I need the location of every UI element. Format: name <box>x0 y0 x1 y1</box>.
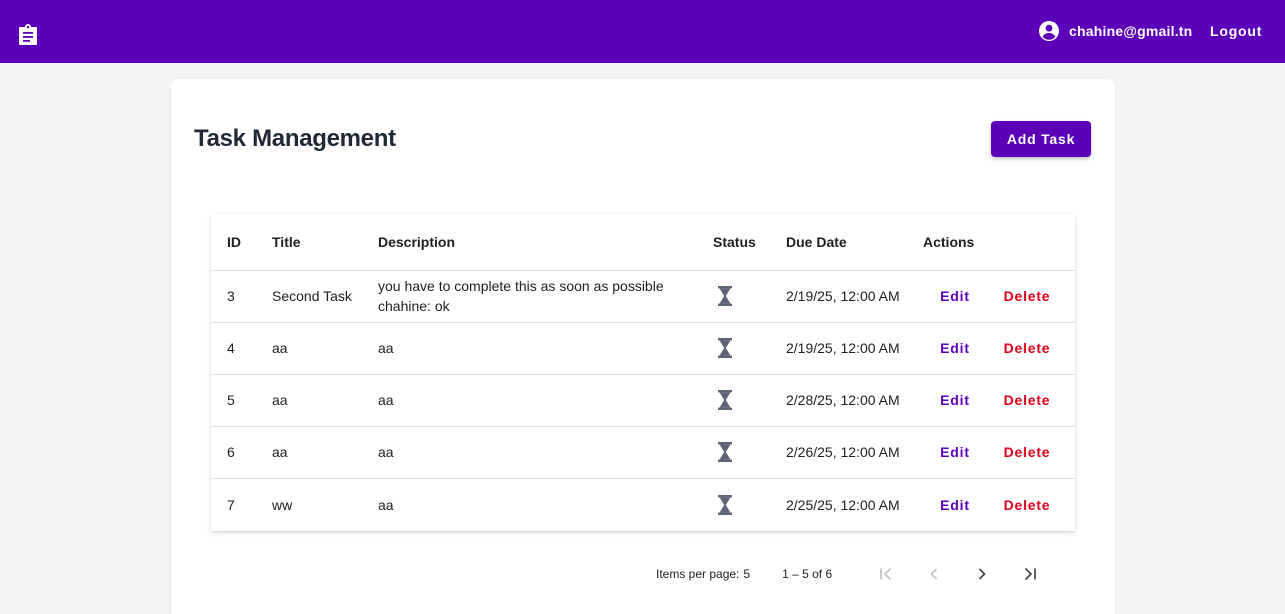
hourglass-icon <box>718 338 732 359</box>
delete-button[interactable]: Delete <box>987 330 1067 366</box>
delete-button[interactable]: Delete <box>987 434 1067 470</box>
last-page-button[interactable] <box>1010 559 1050 589</box>
cell-status <box>713 374 786 427</box>
page-range-label: 1 – 5 of 6 <box>782 567 833 581</box>
cell-due-date: 2/26/25, 12:00 AM <box>786 426 923 479</box>
cell-title: aa <box>272 426 378 479</box>
cell-id: 6 <box>211 426 272 479</box>
cell-status <box>713 426 786 479</box>
cell-due-date: 2/25/25, 12:00 AM <box>786 496 900 513</box>
first-page-button[interactable] <box>866 559 906 589</box>
cell-actions: Edit Delete <box>923 478 1075 531</box>
last-page-icon <box>1025 567 1036 581</box>
edit-button[interactable]: Edit <box>923 487 987 523</box>
edit-button[interactable]: Edit <box>923 434 987 470</box>
user-menu: chahine@gmail.tn <box>1038 20 1192 42</box>
column-header-actions: Actions <box>923 214 1075 271</box>
cell-title: Second Task <box>272 270 378 323</box>
hourglass-icon <box>718 494 732 515</box>
column-header-due-date[interactable]: Due Date <box>786 214 923 271</box>
cell-description: aa <box>378 374 713 427</box>
cell-actions: Edit Delete <box>923 374 1075 427</box>
column-header-id[interactable]: ID <box>211 214 272 271</box>
delete-button[interactable]: Delete <box>987 382 1067 418</box>
column-header-description[interactable]: Description <box>378 214 713 271</box>
cell-id: 7 <box>227 496 235 513</box>
delete-button[interactable]: Delete <box>987 278 1067 314</box>
user-email: chahine@gmail.tn <box>1069 23 1193 39</box>
items-per-page-label: Items per page: <box>656 567 740 581</box>
page-title: Task Management <box>194 125 396 152</box>
cell-actions: Edit Delete <box>923 270 1075 323</box>
cell-id: 5 <box>211 374 272 427</box>
edit-button[interactable]: Edit <box>923 382 987 418</box>
cell-description: aa <box>378 426 713 479</box>
edit-button[interactable]: Edit <box>923 330 987 366</box>
cell-id: 3 <box>211 270 272 323</box>
table-header-row: ID Title Description Status Due Date Act… <box>211 214 1075 271</box>
cell-description: aa <box>378 322 713 375</box>
task-card: Task Management Add Task ID Title Descri… <box>171 79 1115 614</box>
column-header-title[interactable]: Title <box>272 214 378 271</box>
cell-actions: Edit Delete <box>923 322 1075 375</box>
chevron-right-icon <box>979 568 986 580</box>
hourglass-icon <box>718 442 732 463</box>
top-app-bar: chahine@gmail.tn Logout <box>0 0 1285 63</box>
delete-button[interactable]: Delete <box>987 487 1067 523</box>
chevron-left-icon <box>930 568 938 580</box>
cell-status <box>713 322 786 375</box>
page-size-select[interactable]: 5 <box>743 567 750 581</box>
account-circle-icon <box>1039 21 1059 41</box>
cell-title: ww <box>272 496 293 513</box>
next-page-button[interactable] <box>962 559 1002 589</box>
cell-actions: Edit Delete <box>923 426 1075 479</box>
table-row: 3 Second Task you have to complete this … <box>211 270 1075 323</box>
cell-id: 4 <box>211 322 272 375</box>
hourglass-icon <box>718 390 732 411</box>
cell-due-date: 2/19/25, 12:00 AM <box>786 322 923 375</box>
previous-page-button[interactable] <box>914 559 954 589</box>
cell-title: aa <box>272 374 378 427</box>
cell-status <box>713 478 786 531</box>
first-page-icon <box>880 567 892 581</box>
cell-due-date: 2/19/25, 12:00 AM <box>786 270 923 323</box>
table-row: 5 aa aa 2/28/25, 12:00 AM Edit Delete <box>211 374 1075 427</box>
column-header-status[interactable]: Status <box>713 214 786 271</box>
cell-due-date: 2/28/25, 12:00 AM <box>786 374 923 427</box>
cell-description: you have to complete this as soon as pos… <box>378 270 713 323</box>
clipboard-icon[interactable] <box>18 24 38 46</box>
cell-description: aa <box>378 496 394 513</box>
table-row: 7 ww aa 2/25/25, 12:00 AM Edit Delete <box>211 478 1075 531</box>
table-row: 4 aa aa 2/19/25, 12:00 AM Edit Delete <box>211 322 1075 375</box>
paginator: Items per page: 5 1 – 5 of 6 <box>656 559 1058 589</box>
add-task-button[interactable]: Add Task <box>991 121 1091 157</box>
task-table: ID Title Description Status Due Date Act… <box>211 214 1075 531</box>
cell-title: aa <box>272 322 378 375</box>
cell-status <box>713 270 786 323</box>
hourglass-icon <box>718 286 732 307</box>
table-row: 6 aa aa 2/26/25, 12:00 AM Edit Delete <box>211 426 1075 479</box>
logout-button[interactable]: Logout <box>1200 16 1272 46</box>
edit-button[interactable]: Edit <box>923 278 987 314</box>
